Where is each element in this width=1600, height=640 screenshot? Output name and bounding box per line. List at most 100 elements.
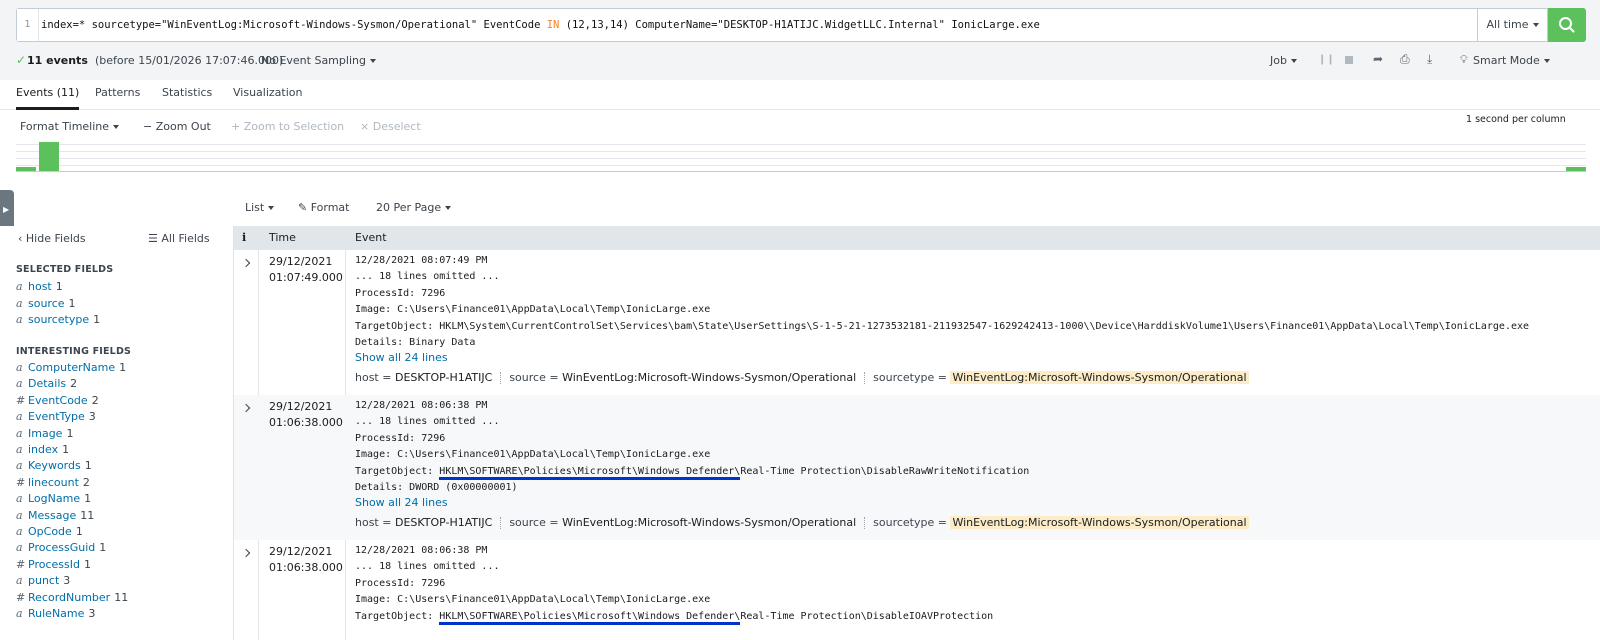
time-column-header[interactable]: Time xyxy=(269,226,296,250)
field-item[interactable]: a punct 3 xyxy=(16,574,70,587)
timeline-bar[interactable] xyxy=(1566,167,1586,171)
tab-visualization[interactable]: Visualization xyxy=(233,86,302,110)
source-value[interactable]: WinEventLog:Microsoft-Windows-Sysmon/Ope… xyxy=(562,371,856,384)
event-column-header: Event xyxy=(355,231,387,244)
share-icon[interactable]: ➦ xyxy=(1373,52,1383,66)
field-item[interactable]: a EventType 3 xyxy=(16,410,96,423)
event-sampling-dropdown[interactable]: No Event Sampling xyxy=(261,54,376,67)
timeline-bar[interactable] xyxy=(16,167,36,171)
list-dropdown[interactable]: List xyxy=(245,201,275,214)
job-menu[interactable]: Job xyxy=(1270,54,1297,67)
field-count: 11 xyxy=(80,508,95,522)
field-item[interactable]: a LogName 1 xyxy=(16,492,91,505)
print-icon[interactable]: ⎙ xyxy=(1400,52,1410,67)
results-toolbar: List ✎ Format 20 Per Page xyxy=(230,196,1600,226)
per-page-dropdown[interactable]: 20 Per Page xyxy=(376,201,452,214)
field-count: 11 xyxy=(114,590,129,604)
field-count: 2 xyxy=(91,393,99,407)
field-item[interactable]: a RuleName 3 xyxy=(16,607,95,620)
field-type-icon: # xyxy=(16,393,26,407)
field-item[interactable]: # ProcessId 1 xyxy=(16,558,91,571)
source-key: source = xyxy=(509,516,563,530)
deselect-button[interactable]: × Deselect xyxy=(360,120,421,133)
field-type-icon: # xyxy=(16,475,26,489)
source-value[interactable]: WinEventLog:Microsoft-Windows-Sysmon/Ope… xyxy=(562,516,856,529)
sidebar-grab-handle[interactable]: ▶ xyxy=(0,190,14,230)
field-name: Details xyxy=(28,377,67,391)
field-type-icon: a xyxy=(16,443,23,456)
event-line: ProcessId: 7296 xyxy=(355,577,446,589)
field-name: LogName xyxy=(28,492,81,506)
timeline-histogram[interactable] xyxy=(16,142,1586,174)
event-time: 29/12/2021 01:06:38.000 xyxy=(269,544,343,576)
format-timeline-dropdown[interactable]: Format Timeline xyxy=(20,120,120,133)
search-mode-dropdown[interactable]: Smart Mode xyxy=(1473,54,1550,67)
target-prefix: TargetObject: xyxy=(355,610,440,622)
separator xyxy=(864,372,866,385)
tab-events[interactable]: Events (11) xyxy=(16,86,80,110)
field-item[interactable]: a source 1 xyxy=(16,297,76,310)
event-line: Image: C:\Users\Finance01\AppData\Local\… xyxy=(355,449,711,461)
field-type-icon: a xyxy=(16,377,23,391)
expand-chevron-icon[interactable] xyxy=(242,403,252,413)
separator xyxy=(500,517,502,530)
host-key: host = xyxy=(355,516,395,530)
field-name: linecount xyxy=(28,475,79,489)
field-count: 1 xyxy=(93,313,101,326)
field-item[interactable]: # linecount 2 xyxy=(16,476,90,489)
host-value[interactable]: DESKTOP-H1ATIJC xyxy=(395,516,492,529)
field-item[interactable]: a host 1 xyxy=(16,280,63,293)
field-item[interactable]: a OpCode 1 xyxy=(16,525,83,538)
show-all-lines-link[interactable]: Show all 24 lines xyxy=(355,496,448,509)
expand-chevron-icon[interactable] xyxy=(242,548,252,558)
source-key: source = xyxy=(509,371,563,385)
format-label: Format xyxy=(310,201,350,214)
sourcetype-value[interactable]: WinEventLog:Microsoft-Windows-Sysmon/Ope… xyxy=(950,516,1249,530)
field-item[interactable]: a Message 11 xyxy=(16,509,94,522)
search-input[interactable]: 1 index=* sourcetype="WinEventLog:Micros… xyxy=(16,8,1478,42)
timeline-bar[interactable] xyxy=(39,142,59,171)
field-item[interactable]: # EventCode 2 xyxy=(16,394,99,407)
field-count: 1 xyxy=(119,361,127,374)
zoom-to-selection-button[interactable]: + Zoom to Selection xyxy=(231,120,344,133)
field-item[interactable]: # RecordNumber 11 xyxy=(16,591,128,604)
zoom-out-button[interactable]: − Zoom Out xyxy=(143,120,211,133)
pause-icon[interactable]: ❙❙ xyxy=(1318,54,1335,65)
hide-fields-button[interactable]: ‹ Hide Fields xyxy=(18,232,86,245)
field-name: EventType xyxy=(28,410,85,424)
field-item[interactable]: a index 1 xyxy=(16,443,69,456)
show-all-lines-link[interactable]: Show all 24 lines xyxy=(355,351,448,364)
field-count: 1 xyxy=(83,557,91,571)
interesting-fields-heading: INTERESTING FIELDS xyxy=(16,346,132,357)
sourcetype-value[interactable]: WinEventLog:Microsoft-Windows-Sysmon/Ope… xyxy=(950,371,1249,385)
events-table-header: i Time Event xyxy=(234,226,1600,250)
field-item[interactable]: a Keywords 1 xyxy=(16,459,92,472)
format-button[interactable]: ✎ Format xyxy=(298,201,349,214)
field-item[interactable]: a ComputerName 1 xyxy=(16,361,126,374)
export-icon[interactable]: ⤓ xyxy=(1427,52,1432,67)
timeline-scale: 1 second per column xyxy=(1466,114,1566,125)
search-query[interactable]: index=* sourcetype="WinEventLog:Microsof… xyxy=(41,9,1040,41)
all-fields-button[interactable]: ☰ All Fields xyxy=(148,232,210,245)
field-item[interactable]: a Details 2 xyxy=(16,377,77,390)
time-range-picker[interactable]: All time xyxy=(1478,8,1548,42)
target-rest: Real-Time Protection\DisableIOAVProtecti… xyxy=(740,610,994,622)
field-item[interactable]: a sourcetype 1 xyxy=(16,313,100,326)
lightbulb-icon: 💡︎ xyxy=(1460,53,1468,66)
search-button[interactable] xyxy=(1548,8,1586,42)
field-count: 1 xyxy=(66,426,74,440)
event-date: 29/12/2021 xyxy=(269,400,333,413)
event-line: 12/28/2021 08:06:38 PM xyxy=(355,400,488,411)
tab-patterns[interactable]: Patterns xyxy=(95,86,140,110)
tab-statistics[interactable]: Statistics xyxy=(162,86,212,110)
host-value[interactable]: DESKTOP-H1ATIJC xyxy=(395,371,492,384)
stop-icon[interactable] xyxy=(1345,56,1353,64)
field-count: 1 xyxy=(68,296,76,310)
field-name: punct xyxy=(28,574,60,588)
field-item[interactable]: a ProcessGuid 1 xyxy=(16,541,106,554)
field-item[interactable]: a Image 1 xyxy=(16,427,73,440)
expand-chevron-icon[interactable] xyxy=(242,258,252,268)
field-type-icon: a xyxy=(16,525,23,538)
time-range-label: All time xyxy=(1486,18,1529,31)
field-type-icon: a xyxy=(16,459,23,473)
